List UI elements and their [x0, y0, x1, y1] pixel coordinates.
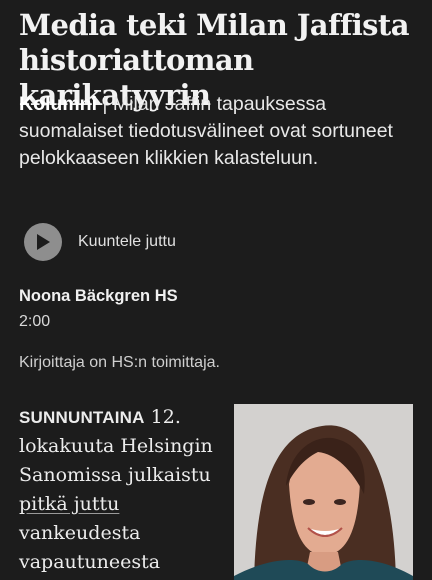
article-lead: Kolumni | Milan Jaffin tapauksessa suoma… [19, 91, 415, 172]
author-note: Kirjoittaja on HS:n toimittaja. [19, 354, 220, 371]
listen-to-article-button[interactable]: Kuuntele juttu [24, 223, 176, 261]
body-lead-caps: SUNNUNTAINA [19, 408, 145, 427]
article-body-paragraph: SUNNUNTAINA 12. lokakuuta Helsingin Sano… [19, 403, 224, 577]
listen-label: Kuuntele juttu [78, 233, 176, 250]
body-text-end: vankeudesta vapautuneesta [19, 522, 161, 573]
author-name[interactable]: Noona Bäckgren HS [19, 287, 178, 306]
column-kicker: Kolumni [19, 93, 97, 115]
publish-time: 2:00 [19, 313, 51, 330]
article-link[interactable]: pitkä juttu [19, 493, 119, 515]
kicker-separator: | [97, 93, 113, 115]
author-portrait-photo [234, 404, 413, 580]
play-icon[interactable] [24, 223, 62, 261]
